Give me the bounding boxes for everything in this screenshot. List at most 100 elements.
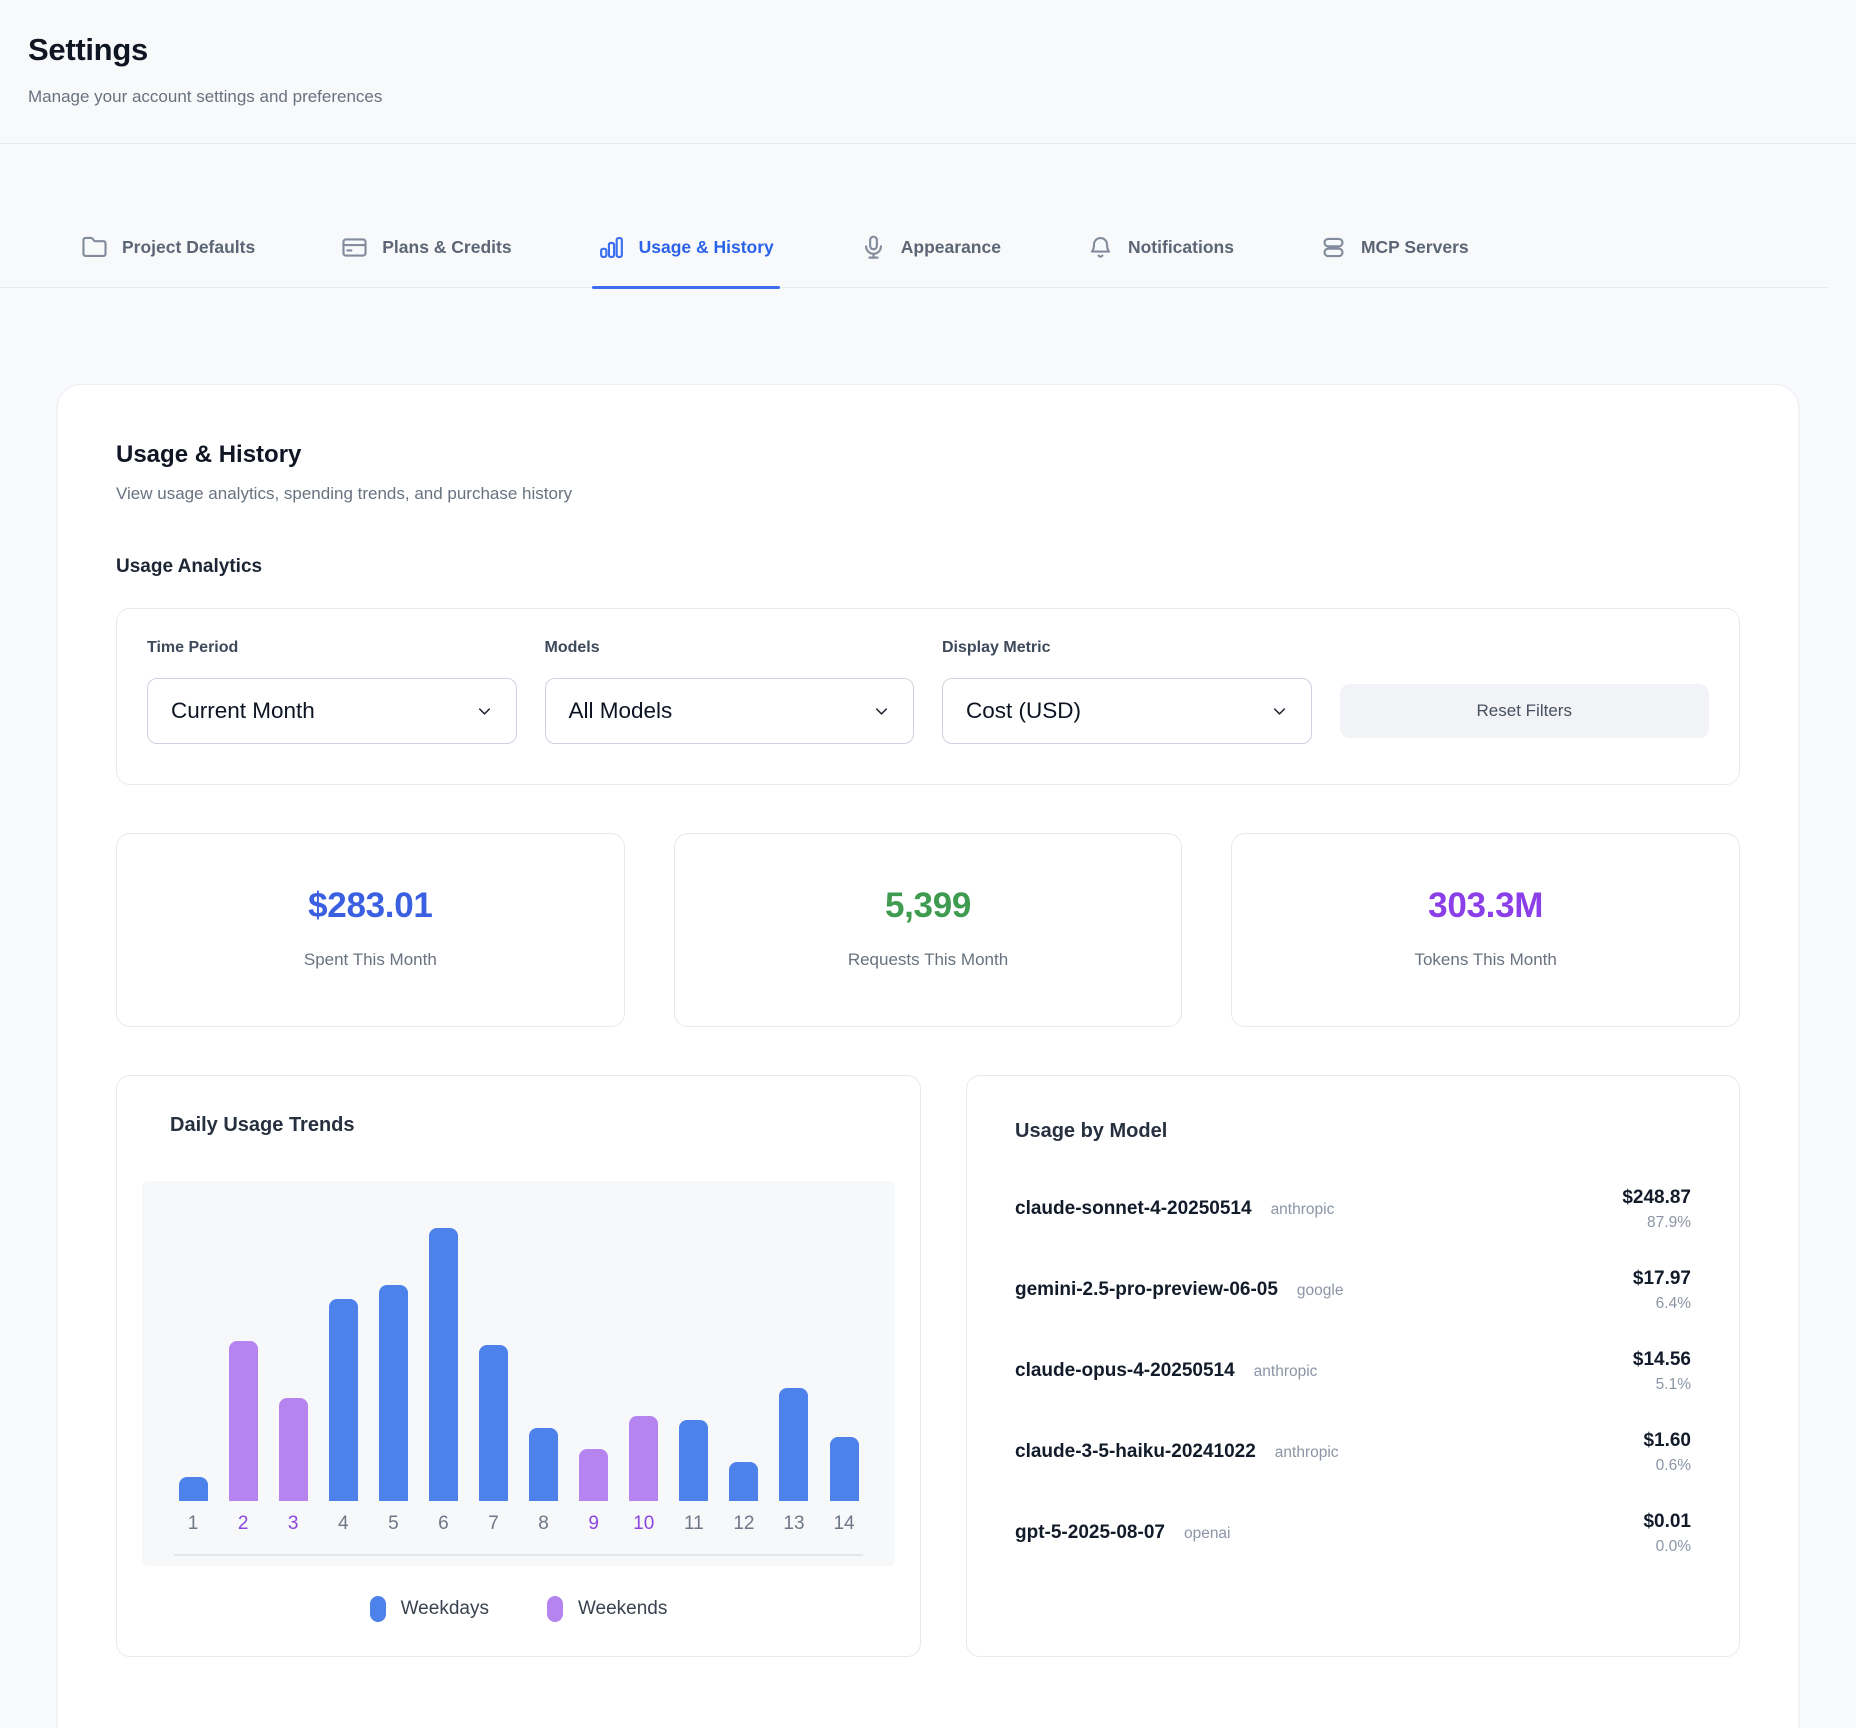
tokens-this-month-label: Tokens This Month — [1242, 950, 1729, 970]
models-filter: Models All Models — [545, 639, 915, 744]
x-tick-7: 7 — [468, 1513, 518, 1535]
models-value: All Models — [569, 698, 673, 724]
x-tick-13: 13 — [769, 1513, 819, 1535]
tab-notifications[interactable]: Notifications — [1081, 234, 1240, 288]
weekday-bar-day-7 — [479, 1345, 508, 1501]
legend-label: Weekdays — [401, 1598, 489, 1620]
weekday-bar-day-8 — [529, 1428, 558, 1501]
model-amount: $17.97 — [1633, 1268, 1691, 1290]
chevron-down-icon — [1270, 702, 1289, 721]
weekday-bar-day-1 — [179, 1477, 208, 1501]
models-select[interactable]: All Models — [545, 678, 915, 744]
weekday-bar-day-14 — [830, 1437, 859, 1501]
tab-plans-credits[interactable]: Plans & Credits — [335, 234, 517, 288]
time-period-value: Current Month — [171, 698, 315, 724]
usage-history-panel: Usage & History View usage analytics, sp… — [57, 384, 1799, 1728]
tab-label: Plans & Credits — [382, 237, 511, 258]
x-tick-2: 2 — [218, 1513, 268, 1535]
model-amount: $248.87 — [1622, 1187, 1691, 1209]
chevron-down-icon — [872, 702, 891, 721]
bottom-row: Daily Usage Trends 1234567891011121314 W… — [116, 1075, 1740, 1657]
model-name: claude-3-5-haiku-20241022 — [1015, 1441, 1256, 1463]
model-row: claude-opus-4-20250514 anthropic $14.565.1… — [1015, 1339, 1691, 1403]
spent-this-month-label: Spent This Month — [127, 950, 614, 970]
display-metric-label: Display Metric — [942, 639, 1312, 657]
model-cost: $14.565.1% — [1633, 1349, 1691, 1394]
credit-card-icon — [341, 234, 368, 261]
chevron-down-icon — [475, 702, 494, 721]
bar-column-day-13 — [769, 1181, 819, 1501]
stat-card-requests: 5,399 Requests This Month — [674, 833, 1183, 1027]
model-row: claude-3-5-haiku-20241022anthropic$1.600… — [1015, 1420, 1691, 1484]
model-amount: $14.56 — [1633, 1349, 1691, 1371]
tab-appearance[interactable]: Appearance — [854, 234, 1007, 288]
x-tick-11: 11 — [669, 1513, 719, 1535]
folder-icon — [81, 234, 108, 261]
time-period-filter: Time Period Current Month — [147, 639, 517, 744]
model-percent: 0.6% — [1643, 1457, 1691, 1475]
reset-filters-cell: Reset Filters — [1340, 639, 1710, 744]
microphone-icon — [860, 234, 887, 261]
chart-title: Daily Usage Trends — [170, 1114, 895, 1137]
model-name: gemini-2.5-pro-preview-06-05 — [1015, 1279, 1278, 1301]
model-cost: $17.97 6.4% — [1633, 1268, 1691, 1313]
bar-column-day-6 — [418, 1181, 468, 1501]
model-info: gemini-2.5-pro-preview-06-05 google — [1015, 1279, 1343, 1301]
bar-column-day-7 — [468, 1181, 518, 1501]
model-info: claude-opus-4-20250514 anthropic — [1015, 1360, 1317, 1382]
bar-chart-icon — [598, 234, 625, 261]
weekday-bar-day-12 — [729, 1462, 758, 1501]
tab-mcp-servers[interactable]: MCP Servers — [1314, 234, 1475, 288]
time-period-select[interactable]: Current Month — [147, 678, 517, 744]
model-provider: anthropic — [1275, 1444, 1339, 1462]
model-info: claude-sonnet-4-20250514anthropic — [1015, 1198, 1334, 1220]
weekday-bar-day-13 — [779, 1388, 808, 1501]
model-row: claude-sonnet-4-20250514anthropic $248.87… — [1015, 1177, 1691, 1241]
weekday-bar-day-5 — [379, 1285, 408, 1501]
model-provider: anthropic — [1254, 1363, 1318, 1381]
tokens-this-month-value: 303.3M — [1242, 886, 1729, 926]
tab-project-defaults[interactable]: Project Defaults — [75, 234, 261, 288]
legend-item-weekdays: Weekdays — [370, 1596, 489, 1622]
daily-usage-trends-card: Daily Usage Trends 1234567891011121314 W… — [116, 1075, 921, 1657]
usage-analytics-heading: Usage Analytics — [116, 556, 1740, 578]
bar-column-day-2 — [218, 1181, 268, 1501]
model-provider: google — [1297, 1282, 1344, 1300]
weekday-bar-day-11 — [679, 1420, 708, 1501]
requests-this-month-label: Requests This Month — [685, 950, 1172, 970]
x-tick-5: 5 — [368, 1513, 418, 1535]
tab-label: Appearance — [901, 237, 1001, 258]
x-tick-4: 4 — [318, 1513, 368, 1535]
weekday-bar-day-4 — [329, 1299, 358, 1501]
x-tick-12: 12 — [719, 1513, 769, 1535]
x-tick-6: 6 — [418, 1513, 468, 1535]
legend-swatch-weekends — [547, 1596, 563, 1622]
bar-column-day-1 — [168, 1181, 218, 1501]
page-subtitle: Manage your account settings and prefere… — [28, 87, 1828, 107]
model-info: gpt-5-2025-08-07openai — [1015, 1522, 1231, 1544]
page-header: Settings Manage your account settings an… — [0, 0, 1856, 144]
model-percent: 6.4% — [1633, 1295, 1691, 1313]
weekend-bar-day-9 — [579, 1449, 608, 1501]
chart-bars — [168, 1181, 869, 1501]
model-name: claude-opus-4-20250514 — [1015, 1360, 1235, 1382]
display-metric-select[interactable]: Cost (USD) — [942, 678, 1312, 744]
weekend-bar-day-3 — [279, 1398, 308, 1501]
spent-this-month-value: $283.01 — [127, 886, 614, 926]
section-title: Usage & History — [116, 441, 1740, 469]
filters-panel: Time Period Current Month Models All Mod… — [116, 608, 1740, 785]
bar-column-day-10 — [619, 1181, 669, 1501]
tab-usage-history[interactable]: Usage & History — [592, 234, 780, 288]
bar-column-day-11 — [669, 1181, 719, 1501]
model-provider: openai — [1184, 1525, 1231, 1543]
model-amount: $0.01 — [1643, 1511, 1691, 1533]
x-tick-1: 1 — [168, 1513, 218, 1535]
reset-filters-button[interactable]: Reset Filters — [1340, 684, 1710, 738]
x-tick-3: 3 — [268, 1513, 318, 1535]
model-cost: $248.8787.9% — [1622, 1187, 1691, 1232]
model-row: gpt-5-2025-08-07openai $0.01 0.0% — [1015, 1501, 1691, 1565]
bar-column-day-14 — [819, 1181, 869, 1501]
bar-column-day-3 — [268, 1181, 318, 1501]
legend-label: Weekends — [578, 1598, 667, 1620]
model-percent: 0.0% — [1643, 1538, 1691, 1556]
